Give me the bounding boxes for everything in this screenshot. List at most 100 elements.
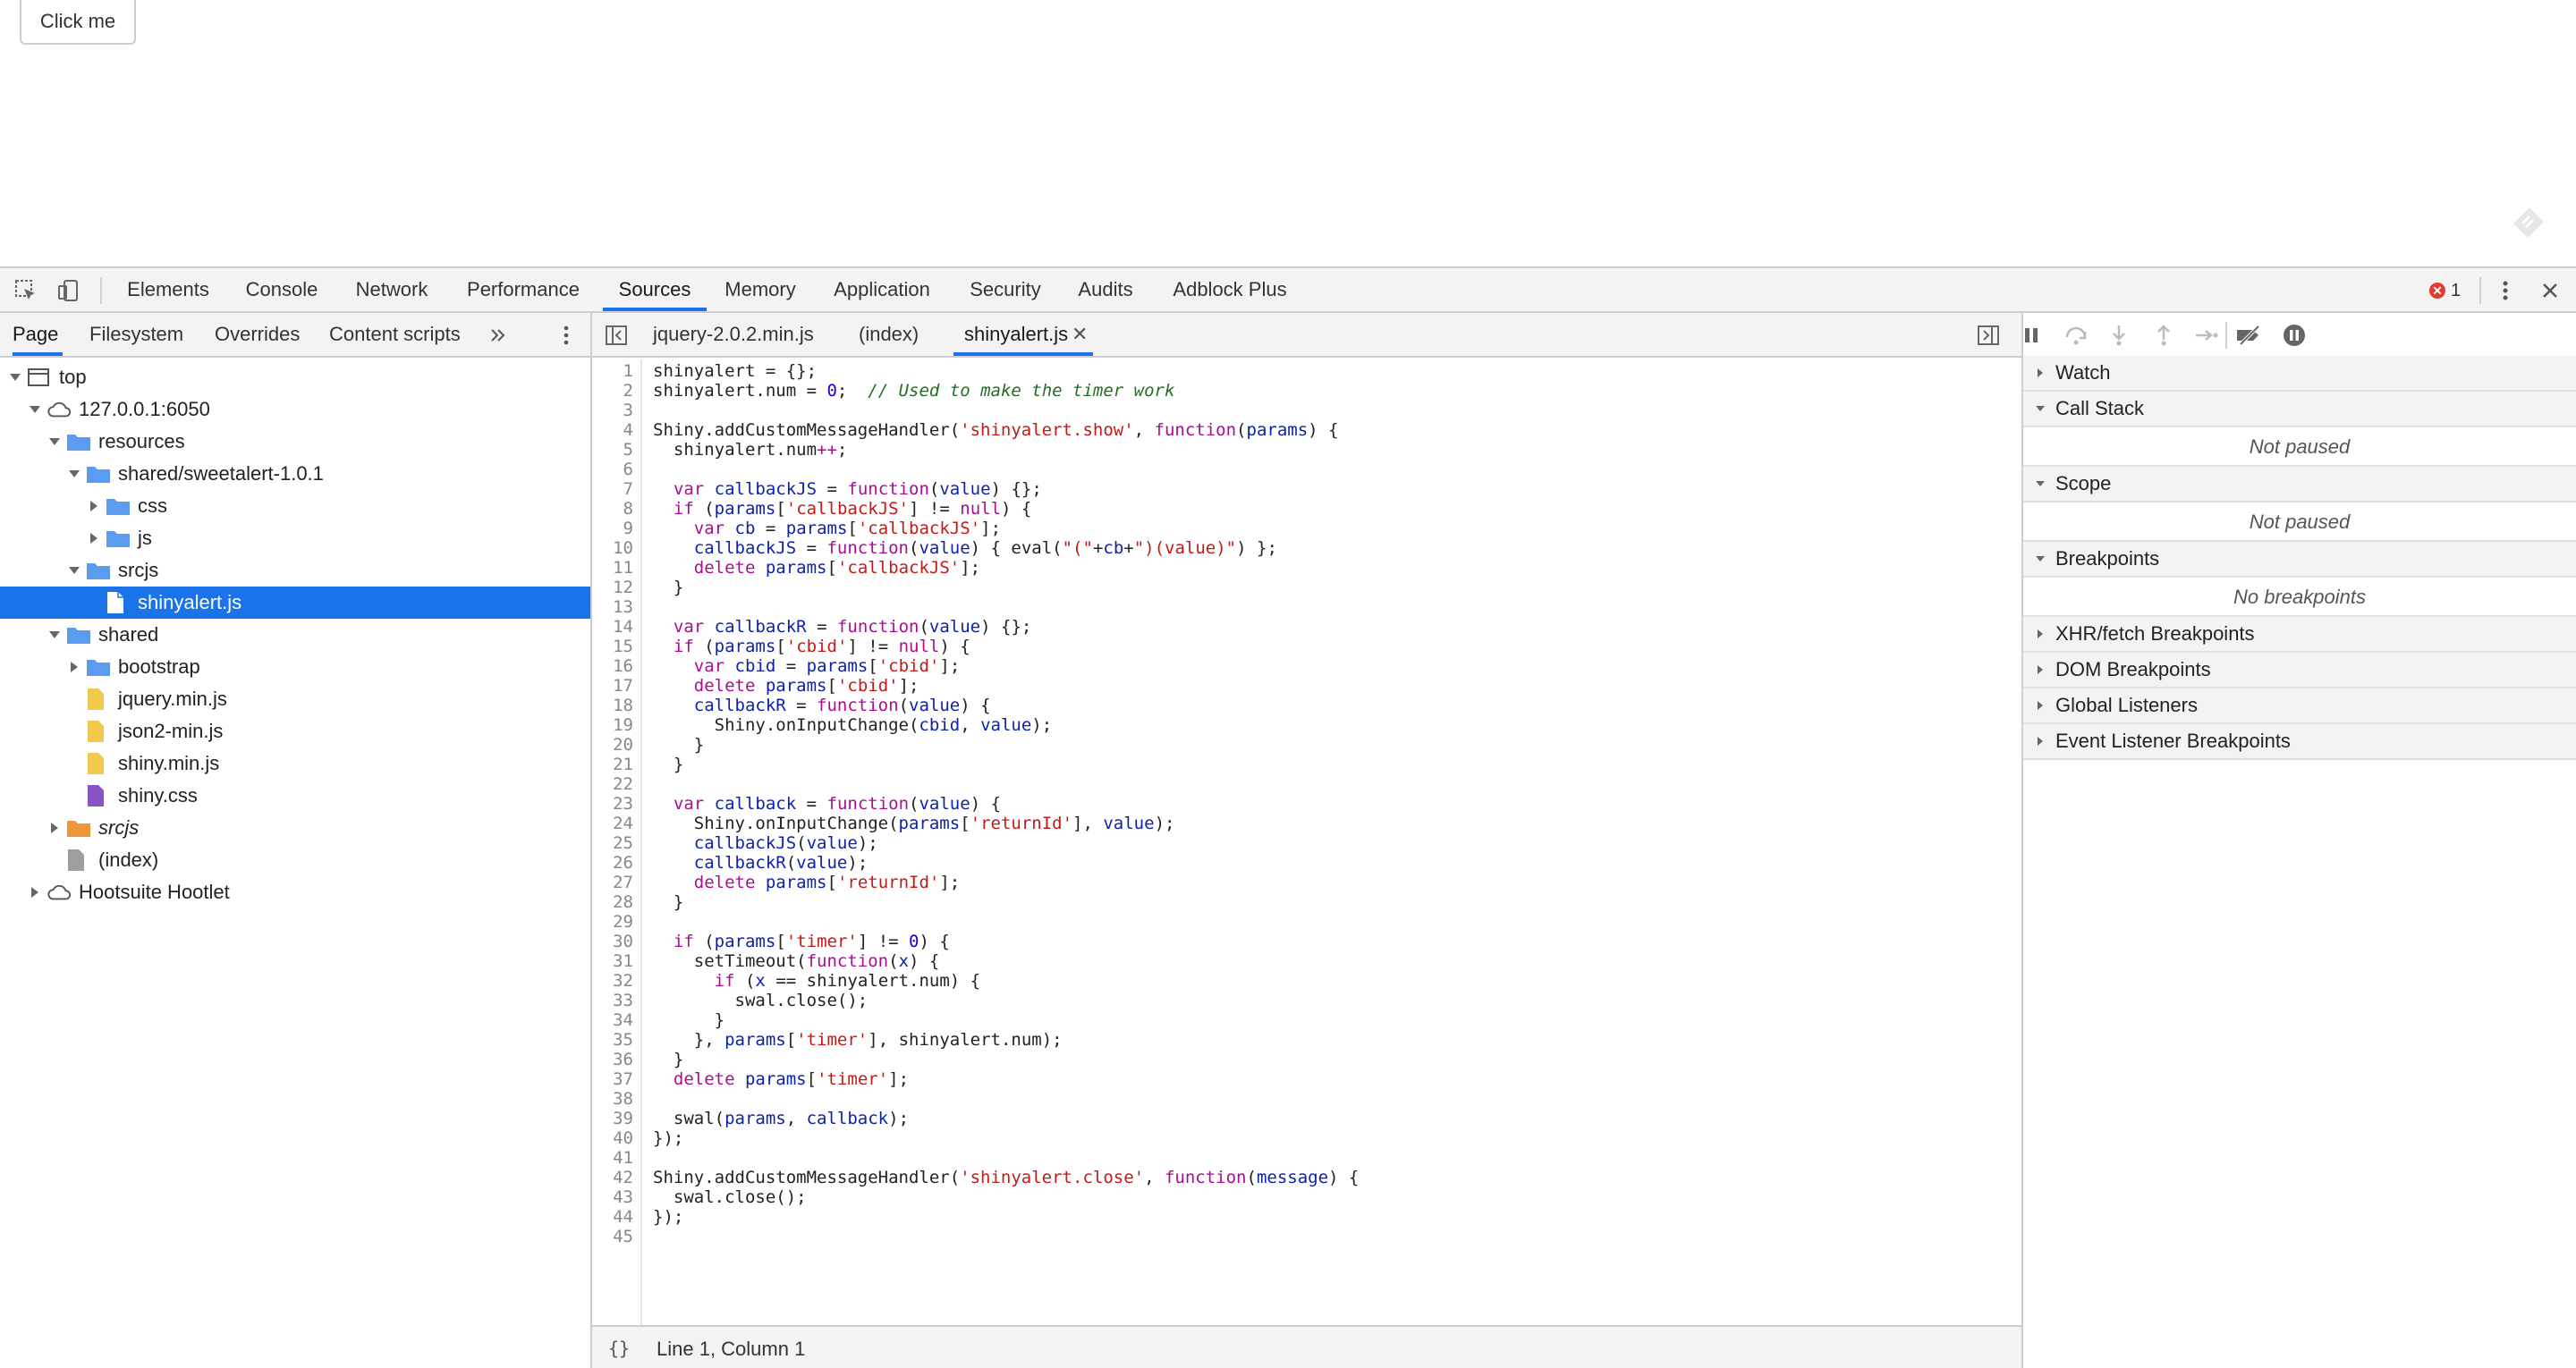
line-number[interactable]: 45 (589, 1227, 633, 1246)
nav-tab-content-scripts[interactable]: Content scripts (329, 313, 461, 356)
line-number[interactable]: 11 (589, 558, 633, 578)
breakpoints-section-header[interactable]: Breakpoints (2023, 542, 2576, 578)
pretty-print-icon[interactable]: {} (608, 1338, 630, 1359)
line-number[interactable]: 16 (589, 656, 633, 676)
click-me-button[interactable]: Click me (20, 0, 136, 45)
tab-console[interactable]: Console (234, 268, 329, 311)
tab-sources[interactable]: Sources (603, 268, 707, 311)
line-number[interactable]: 42 (589, 1168, 633, 1187)
tree-item-resources[interactable]: resources (0, 426, 590, 458)
tab-security[interactable]: Security (962, 268, 1048, 311)
line-number[interactable]: 20 (589, 735, 633, 755)
inspect-element-icon[interactable] (11, 275, 41, 306)
tree-item-top[interactable]: top (0, 361, 590, 393)
line-number[interactable]: 29 (589, 912, 633, 932)
line-number[interactable]: 2 (589, 381, 633, 401)
line-number[interactable]: 1 (589, 361, 633, 381)
pause-on-exceptions-icon[interactable] (2279, 320, 2309, 350)
step-icon[interactable] (2191, 320, 2222, 350)
tab-audits[interactable]: Audits (1068, 268, 1143, 311)
line-number[interactable]: 23 (589, 794, 633, 814)
close-tab-icon[interactable]: ✕ (1072, 313, 1088, 356)
deactivate-breakpoints-icon[interactable] (2234, 320, 2265, 350)
tab-network[interactable]: Network (347, 268, 436, 311)
line-number[interactable]: 15 (589, 637, 633, 656)
tab-performance[interactable]: Performance (456, 268, 590, 311)
editor-tab-index[interactable]: (index) (859, 313, 919, 356)
line-number[interactable]: 39 (589, 1109, 633, 1128)
line-number[interactable]: 10 (589, 538, 633, 558)
error-counter[interactable]: ✕ 1 (2429, 277, 2461, 304)
tree-item-sweetalert[interactable]: shared/sweetalert-1.0.1 (0, 458, 590, 490)
toggle-navigator-icon[interactable] (601, 320, 631, 350)
line-number[interactable]: 8 (589, 499, 633, 519)
more-options-icon[interactable] (2490, 275, 2521, 306)
line-number[interactable]: 4 (589, 420, 633, 440)
line-number[interactable]: 40 (589, 1128, 633, 1148)
tree-item-shared[interactable]: shared (0, 619, 590, 651)
dom-breakpoints-section-header[interactable]: DOM Breakpoints (2023, 653, 2576, 688)
tree-item-srcjs[interactable]: srcjs (0, 554, 590, 587)
hootlet-feather-icon[interactable] (2510, 204, 2547, 241)
line-number[interactable]: 22 (589, 774, 633, 794)
line-number[interactable]: 44 (589, 1207, 633, 1227)
tree-item-bootstrap[interactable]: bootstrap (0, 651, 590, 683)
global-listeners-section-header[interactable]: Global Listeners (2023, 688, 2576, 724)
close-devtools-icon[interactable] (2535, 275, 2565, 306)
device-toolbar-icon[interactable] (54, 275, 84, 306)
nav-tab-filesystem[interactable]: Filesystem (89, 313, 183, 356)
line-number[interactable]: 36 (589, 1050, 633, 1069)
line-number[interactable]: 31 (589, 951, 633, 971)
line-number[interactable]: 18 (589, 696, 633, 715)
line-number[interactable]: 37 (589, 1069, 633, 1089)
step-into-icon[interactable] (2104, 320, 2134, 350)
call-stack-section-header[interactable]: Call Stack (2023, 392, 2576, 427)
watch-section-header[interactable]: Watch (2023, 356, 2576, 392)
tree-item-json2-min-js[interactable]: json2-min.js (0, 715, 590, 747)
line-number[interactable]: 5 (589, 440, 633, 460)
line-number[interactable]: 38 (589, 1089, 633, 1109)
tree-item-shinyalert-js[interactable]: shinyalert.js (0, 587, 590, 619)
tab-elements[interactable]: Elements (118, 268, 218, 311)
line-number[interactable]: 9 (589, 519, 633, 538)
event-listener-breakpoints-section-header[interactable]: Event Listener Breakpoints (2023, 724, 2576, 760)
tab-adblock-plus[interactable]: Adblock Plus (1163, 268, 1297, 311)
tree-item-origin[interactable]: 127.0.0.1:6050 (0, 393, 590, 426)
line-number[interactable]: 34 (589, 1010, 633, 1030)
line-number[interactable]: 13 (589, 597, 633, 617)
line-number[interactable]: 3 (589, 401, 633, 420)
line-number[interactable]: 27 (589, 873, 633, 892)
tree-item-srcjs-mapped[interactable]: srcjs (0, 812, 590, 844)
editor-tab-jquery[interactable]: jquery-2.0.2.min.js (653, 313, 814, 356)
xhr-breakpoints-section-header[interactable]: XHR/fetch Breakpoints (2023, 617, 2576, 653)
step-out-icon[interactable] (2148, 320, 2179, 350)
line-number[interactable]: 19 (589, 715, 633, 735)
tree-item-js[interactable]: js (0, 522, 590, 554)
tab-application[interactable]: Application (823, 268, 941, 311)
line-number[interactable]: 17 (589, 676, 633, 696)
line-number[interactable]: 32 (589, 971, 633, 991)
nav-tab-overrides[interactable]: Overrides (215, 313, 300, 356)
line-number[interactable]: 7 (589, 479, 633, 499)
tree-item-hootsuite-hootlet[interactable]: Hootsuite Hootlet (0, 876, 590, 908)
toggle-debugger-icon[interactable] (1973, 320, 2004, 350)
line-number[interactable]: 35 (589, 1030, 633, 1050)
line-number[interactable]: 41 (589, 1148, 633, 1168)
code-area[interactable]: 1 2 3 4 5 6 7 8 9 10 11 12 13 14 15 16 17 18 19 20 21 22 23 24 2… (592, 359, 2021, 1325)
tree-item-jquery-min-js[interactable]: jquery.min.js (0, 683, 590, 715)
line-number[interactable]: 6 (589, 460, 633, 479)
pause-script-icon[interactable] (2016, 320, 2046, 350)
editor-tab-shinyalert[interactable]: shinyalert.js ✕ (953, 313, 1093, 356)
line-number[interactable]: 25 (589, 833, 633, 853)
line-number[interactable]: 21 (589, 755, 633, 774)
tree-item-index[interactable]: (index) (0, 844, 590, 876)
line-number[interactable]: 33 (589, 991, 633, 1010)
line-number[interactable]: 26 (589, 853, 633, 873)
line-number[interactable]: 30 (589, 932, 633, 951)
navigator-menu-icon[interactable] (551, 320, 581, 350)
line-number[interactable]: 24 (589, 814, 633, 833)
line-number[interactable]: 43 (589, 1187, 633, 1207)
step-over-icon[interactable] (2061, 320, 2091, 350)
scope-section-header[interactable]: Scope (2023, 467, 2576, 502)
nav-tab-page[interactable]: Page (13, 313, 63, 356)
